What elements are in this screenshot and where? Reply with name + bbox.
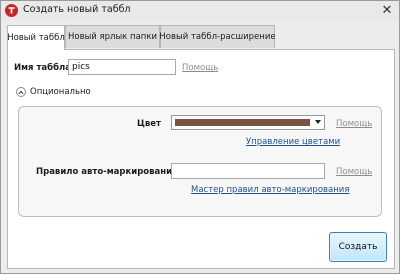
name-help-link[interactable]: Помощь	[182, 63, 218, 73]
optional-group-box: Цвет Помощь Управление цветами Правило а…	[18, 106, 382, 217]
autotag-wizard-link[interactable]: Мастер правил авто-маркирования	[191, 185, 349, 195]
manage-colors-link[interactable]: Управление цветами	[246, 137, 340, 147]
color-help-link[interactable]: Помощь	[336, 119, 372, 129]
tabble-name-input[interactable]	[68, 59, 176, 75]
optional-label: Опционально	[30, 87, 91, 97]
chevron-up-icon	[16, 87, 26, 97]
tabble-name-label: Имя таббла	[14, 63, 71, 73]
tab-new-tabble-extension[interactable]: Новый таббл-расширение	[159, 25, 276, 48]
autotag-help-link[interactable]: Помощь	[336, 167, 372, 177]
title-bar: Создать новый таббл ✕	[1, 1, 399, 21]
window-title: Создать новый таббл	[23, 4, 131, 15]
tab-bar: Новый таббл Новый ярлык папки Новый табб…	[7, 25, 395, 50]
app-logo-icon	[5, 4, 18, 17]
tab-label: Новый таббл-расширение	[159, 32, 276, 42]
create-button[interactable]: Создать	[329, 232, 387, 262]
autotag-rule-input[interactable]	[171, 163, 325, 179]
create-button-label: Создать	[338, 242, 378, 252]
tab-new-folder-shortcut[interactable]: Новый ярлык папки	[65, 25, 160, 48]
color-swatch	[175, 119, 310, 126]
tab-label: Новый таббл	[7, 33, 65, 43]
dialog-window: Создать новый таббл ✕ Новый таббл Новый …	[0, 0, 400, 274]
close-icon[interactable]: ✕	[379, 3, 395, 17]
color-label: Цвет	[137, 119, 161, 129]
chevron-down-icon	[315, 120, 321, 124]
autotag-rule-label: Правило авто-маркирования	[36, 167, 178, 177]
tab-label: Новый ярлык папки	[67, 32, 157, 42]
color-dropdown[interactable]	[171, 115, 325, 130]
tab-content-panel: Имя таббла Помощь Опционально Цвет Помощ…	[7, 49, 395, 269]
tab-new-tabble[interactable]: Новый таббл	[7, 25, 65, 50]
optional-section-toggle[interactable]: Опционально	[16, 87, 91, 97]
